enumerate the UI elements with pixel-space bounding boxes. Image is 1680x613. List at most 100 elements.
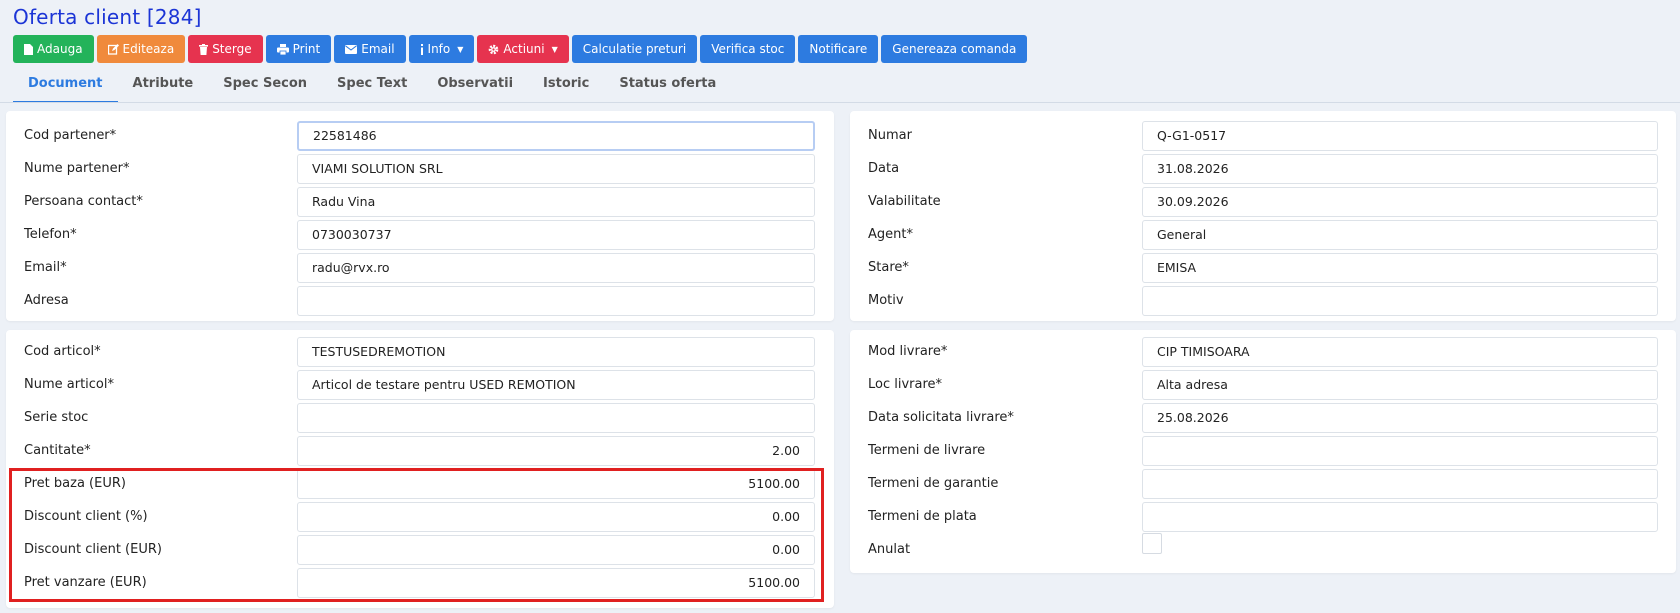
print-label: Print [292, 42, 321, 56]
tab-spec-secon[interactable]: Spec Secon [208, 70, 322, 103]
calculatie-preturi-button[interactable]: Calculatie preturi [571, 35, 698, 63]
valabilitate-label: Valabilitate [868, 194, 941, 209]
caret-down-icon: ▼ [457, 44, 464, 54]
discount-eur-label: Discount client (EUR) [24, 542, 162, 557]
cod-partener-field[interactable]: 22581486 [297, 121, 815, 151]
mod-livrare-label: Mod livrare* [868, 344, 948, 359]
cantitate-field[interactable]: 2.00 [297, 436, 815, 466]
data-field[interactable]: 31.08.2026 [1142, 154, 1658, 184]
print-button[interactable]: Print [265, 35, 332, 63]
form-row: Numar Q-G1-0517 [850, 119, 1676, 152]
article-panel: Cod articol* TESTUSEDREMOTION Nume artic… [6, 330, 834, 608]
form-row: Adresa [6, 284, 834, 317]
file-icon [24, 43, 33, 55]
form-row: Pret vanzare (EUR) 5100.00 [6, 566, 834, 599]
form-row: Agent* General [850, 218, 1676, 251]
pret-vanzare-label: Pret vanzare (EUR) [24, 575, 147, 590]
termeni-livrare-field[interactable] [1142, 436, 1658, 466]
form-row: Cantitate* 2.00 [6, 434, 834, 467]
tab-document[interactable]: Document [13, 70, 118, 103]
document-panel: Numar Q-G1-0517 Data 31.08.2026 Valabili… [850, 111, 1676, 321]
pret-baza-field[interactable]: 5100.00 [297, 469, 815, 499]
termeni-livrare-label: Termeni de livrare [868, 443, 986, 458]
form-row: Cod partener* 22581486 [6, 119, 834, 152]
info-dropdown-button[interactable]: Info ▼ [408, 35, 475, 63]
tab-status-oferta[interactable]: Status oferta [604, 70, 731, 103]
tab-observatii[interactable]: Observatii [422, 70, 528, 103]
form-row: Telefon* 0730030737 [6, 218, 834, 251]
discount-procent-label: Discount client (%) [24, 509, 148, 524]
termeni-plata-label: Termeni de plata [868, 509, 977, 524]
tab-atribute[interactable]: Atribute [118, 70, 209, 103]
stare-field[interactable]: EMISA [1142, 253, 1658, 283]
form-row: Motiv [850, 284, 1676, 317]
mod-livrare-field[interactable]: CIP TIMISOARA [1142, 337, 1658, 367]
telefon-field[interactable]: 0730030737 [297, 220, 815, 250]
form-row: Discount client (EUR) 0.00 [6, 533, 834, 566]
telefon-label: Telefon* [24, 227, 77, 242]
termeni-garantie-field[interactable] [1142, 469, 1658, 499]
form-row: Data 31.08.2026 [850, 152, 1676, 185]
tab-spec-text[interactable]: Spec Text [322, 70, 422, 103]
form-row: Discount client (%) 0.00 [6, 500, 834, 533]
cantitate-label: Cantitate* [24, 443, 91, 458]
anulat-label: Anulat [868, 542, 911, 557]
form-row: Mod livrare* CIP TIMISOARA [850, 335, 1676, 368]
loc-livrare-field[interactable]: Alta adresa [1142, 370, 1658, 400]
persoana-contact-label: Persoana contact* [24, 194, 143, 209]
cod-articol-field[interactable]: TESTUSEDREMOTION [297, 337, 815, 367]
actiuni-dropdown-button[interactable]: Actiuni ▼ [477, 35, 569, 63]
email-field[interactable]: radu@rvx.ro [297, 253, 815, 283]
serie-stoc-label: Serie stoc [24, 410, 89, 425]
nume-articol-label: Nume articol* [24, 377, 114, 392]
form-row: Valabilitate 30.09.2026 [850, 185, 1676, 218]
discount-eur-field[interactable]: 0.00 [297, 535, 815, 565]
pret-vanzare-field[interactable]: 5100.00 [297, 568, 815, 598]
partner-panel: Cod partener* 22581486 Nume partener* VI… [6, 111, 834, 321]
envelope-icon [345, 44, 358, 54]
loc-livrare-label: Loc livrare* [868, 377, 943, 392]
form-row: Pret baza (EUR) 5100.00 [6, 467, 834, 500]
form-row: Data solicitata livrare* 25.08.2026 [850, 401, 1676, 434]
info-icon [420, 43, 424, 55]
delivery-panel: Mod livrare* CIP TIMISOARA Loc livrare* … [850, 330, 1676, 573]
email-button[interactable]: Email [334, 35, 406, 63]
data-solicitata-livrare-label: Data solicitata livrare* [868, 410, 1014, 425]
numar-field[interactable]: Q-G1-0517 [1142, 121, 1658, 151]
adauga-button[interactable]: Adauga [13, 35, 94, 63]
termeni-plata-field[interactable] [1142, 502, 1658, 532]
sterge-button[interactable]: Sterge [188, 35, 263, 63]
stare-label: Stare* [868, 260, 909, 275]
verifica-stoc-button[interactable]: Verifica stoc [700, 35, 796, 63]
page-title: Oferta client [284] [13, 5, 202, 29]
form-row: Anulat [850, 533, 1676, 566]
notificare-button[interactable]: Notificare [798, 35, 879, 63]
adresa-label: Adresa [24, 293, 69, 308]
nume-articol-field[interactable]: Articol de testare pentru USED REMOTION [297, 370, 815, 400]
motiv-field[interactable] [1142, 286, 1658, 316]
valabilitate-field[interactable]: 30.09.2026 [1142, 187, 1658, 217]
email-label: Email* [24, 260, 67, 275]
serie-stoc-field[interactable] [297, 403, 815, 433]
pret-baza-label: Pret baza (EUR) [24, 476, 126, 491]
adresa-field[interactable] [297, 286, 815, 316]
print-icon [276, 43, 289, 55]
agent-label: Agent* [868, 227, 913, 242]
info-label: Info [427, 42, 451, 56]
form-row: Termeni de livrare [850, 434, 1676, 467]
genereaza-comanda-button[interactable]: Genereaza comanda [881, 35, 1028, 63]
trash-icon [199, 43, 209, 55]
editeaza-button[interactable]: Editeaza [96, 35, 186, 63]
form-row: Persoana contact* Radu Vina [6, 185, 834, 218]
persoana-contact-field[interactable]: Radu Vina [297, 187, 815, 217]
anulat-checkbox[interactable] [1142, 533, 1162, 554]
termeni-garantie-label: Termeni de garantie [868, 476, 999, 491]
data-solicitata-livrare-field[interactable]: 25.08.2026 [1142, 403, 1658, 433]
discount-procent-field[interactable]: 0.00 [297, 502, 815, 532]
tab-istoric[interactable]: Istoric [528, 70, 604, 103]
sterge-label: Sterge [212, 42, 252, 56]
caret-down-icon: ▼ [551, 44, 558, 54]
nume-partener-field[interactable]: VIAMI SOLUTION SRL [297, 154, 815, 184]
agent-field[interactable]: General [1142, 220, 1658, 250]
motiv-label: Motiv [868, 293, 904, 308]
